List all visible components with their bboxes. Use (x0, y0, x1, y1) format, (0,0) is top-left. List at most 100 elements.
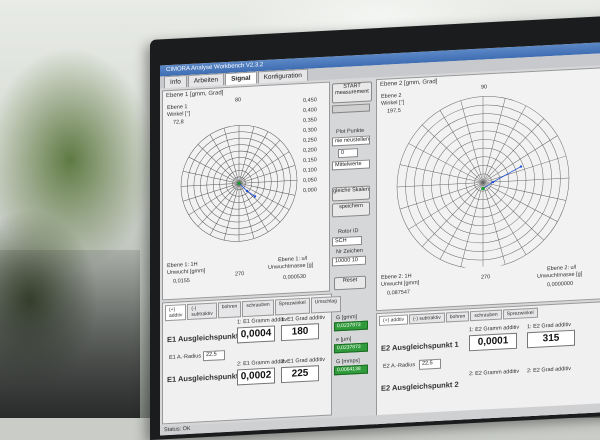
polar-spoke (482, 182, 506, 265)
gleiche-skalen-button[interactable]: gleiche Skalen (332, 185, 370, 202)
e2-grad-label-1: 1: E2 Grad additiv (527, 321, 572, 331)
polar-spoke (408, 143, 484, 183)
e1-balancing-panel: (+) addtiv (-) subtraktiv bohren schraub… (162, 293, 341, 425)
plane2-panel: Ebene 2 [gmm, Grad] Ebene 2 Winkel [°] 1… (376, 66, 600, 312)
mittelwerte-field[interactable]: Mittelwerte (332, 159, 370, 171)
plane2-br-value: 0,0000000 (547, 280, 573, 289)
plane2-point (519, 165, 523, 168)
plane1-scale-tick: 0,050 (303, 177, 317, 184)
e1-tab-schrauben[interactable]: schrauben (242, 299, 274, 318)
start-measurement-button[interactable]: START measurement (332, 81, 372, 104)
polar-spoke (399, 164, 484, 183)
e1-gram-value-1[interactable]: 0,0004 (237, 325, 275, 344)
polar-spoke (408, 182, 484, 230)
background-desk (0, 250, 140, 418)
e2-point2-title: E2 Ausgleichspunkt 2 (381, 379, 459, 393)
plot-field[interactable]: nie neustellen (332, 135, 370, 147)
e2-gram-label-2: 2: E2 Gramm additiv (469, 368, 520, 378)
polar-spoke (482, 182, 567, 201)
e1-grad-value-2[interactable]: 225 (281, 365, 319, 384)
e2-tab-schrauben[interactable]: schrauben (470, 309, 502, 322)
e2-radius-label: E2 A.-Radius (383, 362, 416, 370)
e2-tab-sprezwinkel[interactable]: Sprezwinkel (502, 307, 538, 320)
e1-tab-bohren[interactable]: bohren (217, 301, 242, 319)
plane2-polar-plot (393, 86, 573, 271)
e-label: e [µm] (336, 336, 352, 344)
plane1-bl-sub: Unwucht [gmm] (167, 268, 206, 277)
g-value: 0,0237873 (334, 320, 368, 332)
plane1-scale-tick: 0,400 (303, 107, 317, 114)
q-value: 0,0064138 (334, 364, 368, 376)
e1-tab-sprezwinkel[interactable]: Sprezwinkel (274, 297, 310, 316)
plane2-br-sub: Unwuchtmasse [g] (537, 271, 583, 280)
polar-spoke (482, 182, 527, 255)
plane1-scale-tick: 0,000 (303, 187, 317, 194)
e1-tab-umschlag[interactable]: Umschlag (310, 295, 341, 314)
e1-grad-value-1[interactable]: 180 (281, 323, 319, 342)
plane1-scale-tick: 0,350 (303, 117, 317, 124)
e1-gram-label-1: 1: E1 Gramm additiv (237, 316, 288, 326)
g-label: G [gmm] (336, 314, 358, 322)
nr-label: Nr Zeichen (336, 247, 363, 256)
plot-number[interactable]: 0 (338, 148, 358, 159)
polar-spoke (482, 135, 558, 183)
e2-radius-field[interactable]: 22,5 (419, 358, 441, 370)
plane1-panel: Ebene 1 [gmm, Grad] Ebene 1 Winkel [°] 7… (162, 81, 330, 301)
e2-point1-title: E2 Ausgleichspunkt 1 (381, 339, 459, 353)
polar-spoke (439, 110, 484, 183)
speichern-button[interactable]: speichern (332, 201, 370, 218)
e2-gram-value-1[interactable]: 0,0001 (469, 332, 517, 352)
plane1-scale-tick: 0,450 (303, 97, 317, 104)
e1-gram-value-2[interactable]: 0,0002 (237, 367, 275, 386)
plane2-trace (482, 166, 522, 189)
plane1-scale-tick: 0,150 (303, 157, 317, 164)
e2-grad-value-1[interactable]: 315 (527, 329, 575, 349)
e1-radius-label: E1 A.-Radius (169, 353, 202, 362)
plane1-br-value: 0,000530 (283, 273, 306, 282)
work-area: Ebene 1 [gmm, Grad] Ebene 1 Winkel [°] 7… (160, 65, 600, 436)
plot-label: Plot Punkte (336, 127, 365, 136)
plane1-scale-tick: 0,300 (303, 127, 317, 134)
plane1-scale-top: 80 (235, 97, 242, 104)
reset-button[interactable]: Reset (334, 275, 366, 291)
plane2-bl-value: 0,087547 (387, 289, 410, 297)
plane2-bottom-angle: 270 (481, 274, 491, 281)
e2-grad-label-2: 2: E2 Grad additiv (527, 365, 572, 375)
plane1-br-sub: Unwuchtmasse [g] (268, 262, 314, 271)
e1-gram-label-2: 2: E1 Gramm additiv (237, 358, 288, 368)
center-controls: START measurement Plot Punkte nie neuste… (330, 79, 372, 291)
plane1-bl-value: 0,0155 (173, 277, 190, 285)
polar-spoke (238, 126, 255, 184)
monitor: CIMORA Analyse Workbench V2.3.2 Info Arb… (150, 15, 600, 440)
e1-radius-field[interactable]: 22,5 (203, 350, 225, 362)
app-window: CIMORA Analyse Workbench V2.3.2 Info Arb… (160, 41, 600, 436)
polar-spoke (482, 182, 558, 222)
plane2-point (491, 180, 495, 184)
polar-spoke (460, 100, 484, 183)
e2-tab-additiv[interactable]: (+) addtiv (379, 314, 408, 326)
rotor-field[interactable]: SCH (332, 235, 362, 247)
rotor-label: Rotor ID (338, 228, 359, 236)
e1-grad-label-1: 1: E1 Grad additiv (281, 314, 326, 324)
e2-gram-label-1: 1: E2 Gramm additiv (469, 324, 520, 334)
plane1-scale-tick: 0,100 (303, 167, 317, 174)
polar-spoke (460, 182, 484, 267)
plane2-bl-sub: Unwucht [gmm] (381, 279, 420, 288)
e1-point2-title: E1 Ausgleichspunkt 2 (167, 371, 245, 385)
plane1-polar-plot (179, 102, 299, 258)
e1-tab-subtraktiv[interactable]: (-) subtraktiv (187, 302, 217, 321)
plane1-scale-tick: 0,200 (303, 147, 317, 154)
intensity-slider[interactable] (332, 103, 370, 114)
e2-tab-subtraktiv[interactable]: (-) subtraktiv (408, 312, 445, 325)
e1-point1-title: E1 Ausgleichspunkt 1 (167, 331, 245, 345)
nr-field[interactable]: 10000 10 (332, 255, 366, 267)
polar-spoke (223, 128, 240, 184)
e-value: 0,0237873 (334, 342, 368, 354)
e1-grad-label-2: 2: E1 Grad additiv (281, 356, 326, 366)
polar-spoke (482, 98, 506, 183)
polar-spoke (188, 183, 240, 216)
e2-tab-bohren[interactable]: bohren (445, 311, 470, 323)
e1-tab-additiv[interactable]: (+) addtiv (165, 304, 187, 322)
plane1-bottom-angle: 270 (235, 271, 245, 278)
plane1-scale-tick: 0,250 (303, 137, 317, 144)
